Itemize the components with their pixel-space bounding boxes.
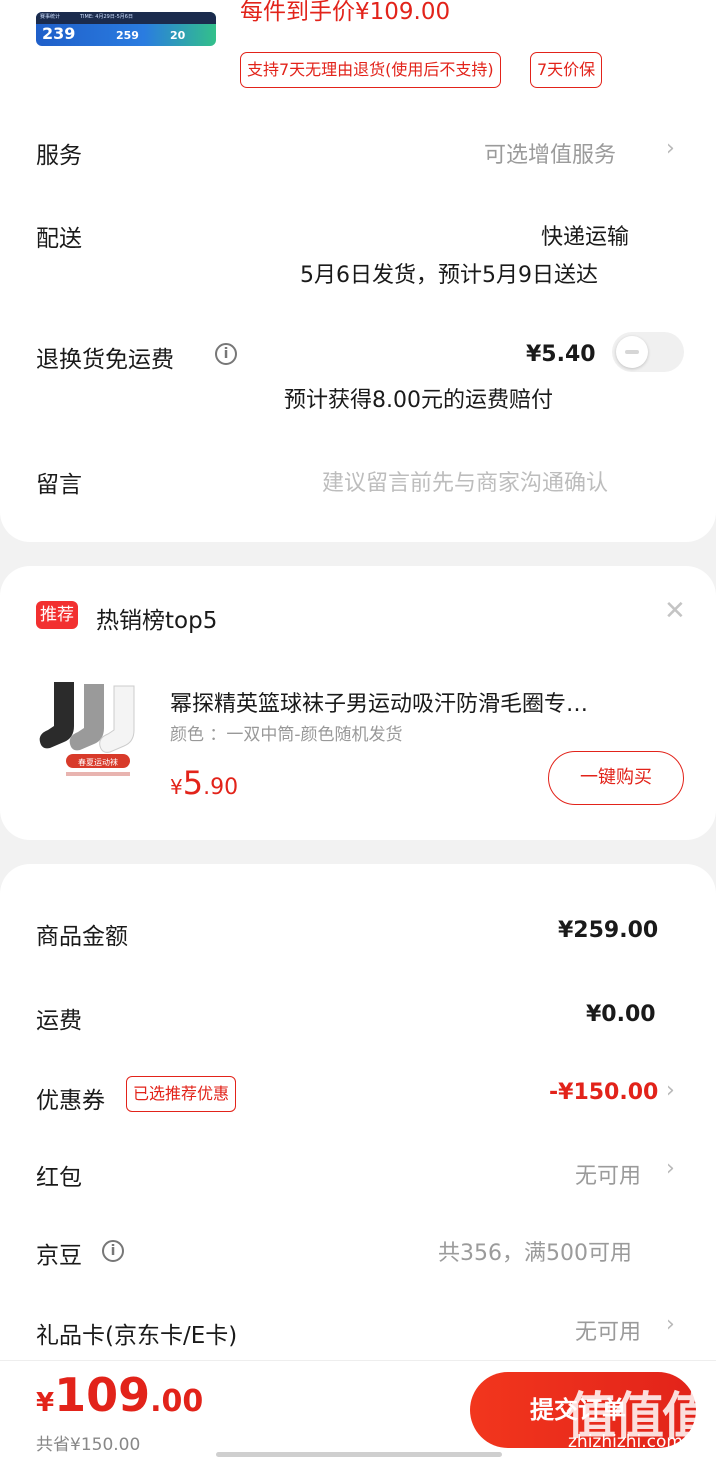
thumbnail-number: 239	[42, 24, 76, 43]
info-icon[interactable]: i	[102, 1240, 124, 1262]
return-shipping-price: ¥5.40	[526, 342, 596, 367]
gift-card-label: 礼品卡(京东卡/E卡)	[36, 1323, 238, 1349]
recommend-item-price: ¥5.90	[170, 764, 238, 802]
coupon-row[interactable]: 优惠券 -¥150.00 ›	[0, 1066, 716, 1122]
price-symbol: ¥	[36, 1388, 55, 1418]
chevron-right-icon: ›	[666, 1156, 675, 1181]
price-decimal: .00	[150, 1384, 204, 1419]
total-price: ¥109.00	[36, 1368, 203, 1422]
service-value: 可选增值服务	[484, 143, 617, 168]
goods-amount-label: 商品金额	[36, 924, 128, 950]
recommend-item-name[interactable]: 幂探精英篮球袜子男运动吸汗防滑毛圈专…	[170, 686, 670, 718]
product-image-socks[interactable]: 春夏运动袜	[36, 672, 160, 792]
recommend-title: 热销榜top5	[96, 608, 218, 634]
thumbnail-number: 259	[116, 29, 139, 42]
price-protect-tag: 7天价保	[530, 52, 603, 88]
close-icon[interactable]: ✕	[664, 596, 686, 626]
message-input[interactable]: 建议留言前先与商家沟通确认	[322, 465, 608, 497]
delivery-label: 配送	[36, 226, 82, 252]
price-integer: 109	[54, 1368, 151, 1422]
delivery-method[interactable]: 快递运输	[541, 219, 629, 251]
jd-beans-value: 共356，满500可用	[438, 1241, 632, 1266]
watermark-site: zhizhizhi.com	[568, 1432, 683, 1452]
red-packet-row[interactable]: 红包 无可用 ›	[0, 1144, 716, 1200]
unit-price: 每件到手价¥109.00	[240, 0, 451, 25]
toggle-knob	[616, 336, 648, 368]
service-label: 服务	[36, 143, 82, 169]
price-decimal: .90	[203, 775, 239, 800]
shipping-fee-label: 运费	[36, 1008, 82, 1034]
order-details-card: 赛事统计 TIME: 4月29日-5月6日 239 259 20 每件到手价¥1…	[0, 0, 716, 542]
gift-card-row[interactable]: 礼品卡(京东卡/E卡) 无可用 ›	[0, 1302, 716, 1358]
service-row[interactable]: 服务 可选增值服务 ›	[0, 120, 716, 184]
price-symbol: ¥	[170, 775, 183, 799]
thumbnail-number: 20	[170, 29, 186, 42]
message-label: 留言	[36, 472, 82, 498]
delivery-schedule: 5月6日发货，预计5月9日送达	[300, 263, 598, 288]
home-indicator[interactable]	[216, 1452, 502, 1457]
chevron-right-icon: ›	[666, 1078, 675, 1103]
thumbnail-text: TIME: 4月29日-5月6日	[80, 14, 133, 20]
coupon-tag: 已选推荐优惠	[126, 1076, 237, 1112]
return-policy-tag: 支持7天无理由退货(使用后不支持)	[240, 52, 501, 88]
goods-amount-value: ¥259.00	[558, 918, 659, 943]
red-packet-label: 红包	[36, 1165, 82, 1191]
price-integer: 5	[182, 764, 204, 802]
gift-card-value: 无可用	[575, 1320, 642, 1345]
shipping-fee-value: ¥0.00	[586, 1002, 656, 1027]
recommend-badge: 推荐	[36, 601, 78, 629]
chevron-right-icon: ›	[666, 1312, 675, 1337]
socks-illustration: 春夏运动袜	[39, 682, 135, 776]
chevron-right-icon: ›	[666, 136, 675, 161]
product-image-caption: 春夏运动袜	[78, 757, 118, 767]
jd-beans-label: 京豆	[36, 1243, 82, 1269]
return-shipping-toggle[interactable]	[612, 332, 684, 372]
coupon-value: -¥150.00	[549, 1080, 659, 1105]
return-shipping-label: 退换货免运费	[36, 347, 174, 373]
total-saved: 共省¥150.00	[36, 1435, 141, 1455]
recommend-item-spec: 颜色 ：一双中筒-颜色随机发货	[170, 725, 403, 745]
info-icon[interactable]: i	[215, 343, 237, 365]
red-packet-value: 无可用	[575, 1164, 642, 1189]
coupon-label: 优惠券	[36, 1088, 105, 1114]
thumbnail-text: 赛事统计	[40, 14, 61, 20]
one-click-buy-button[interactable]: 一键购买	[548, 751, 684, 805]
product-thumbnail[interactable]: 赛事统计 TIME: 4月29日-5月6日 239 259 20	[36, 12, 216, 46]
return-shipping-note: 预计获得8.00元的运费赔付	[284, 388, 553, 413]
